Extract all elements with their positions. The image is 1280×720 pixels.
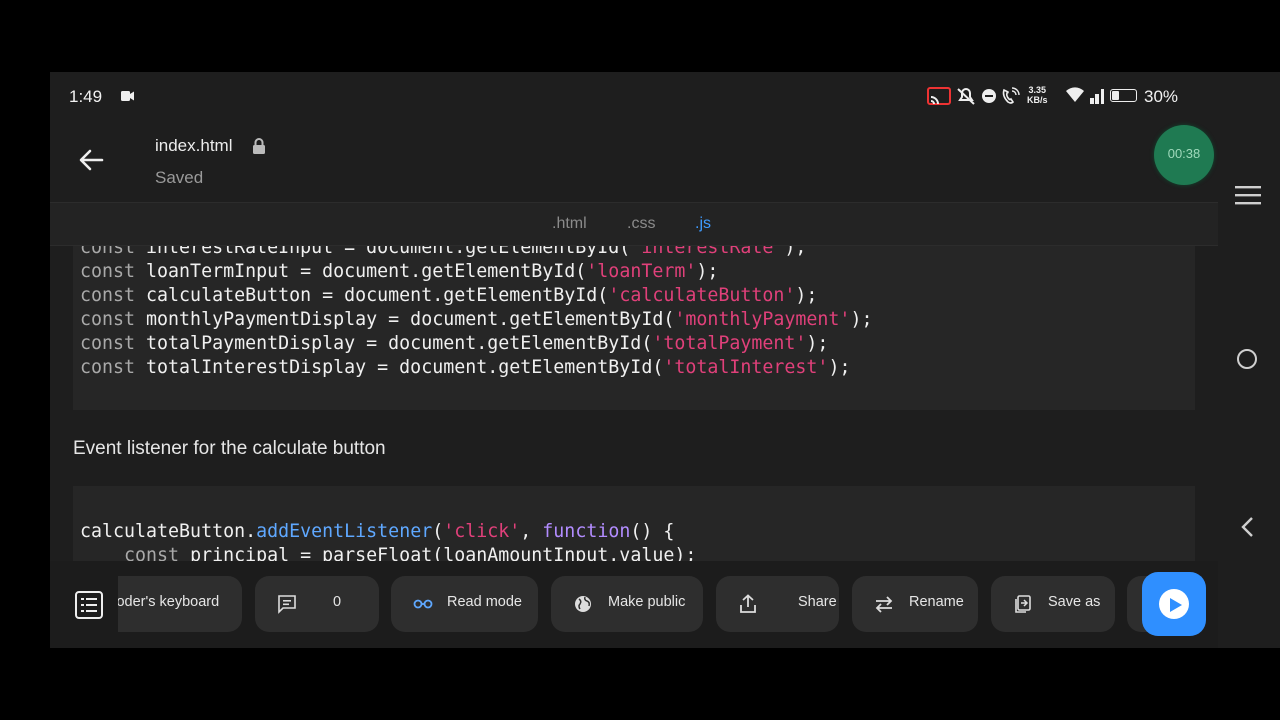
screen-record-icon bbox=[121, 91, 134, 101]
section-description: Event listener for the calculate button bbox=[73, 438, 386, 459]
battery-percent: 30% bbox=[1144, 87, 1179, 106]
code-token: 'monthlyPayment' bbox=[674, 309, 851, 330]
run-button[interactable] bbox=[1142, 572, 1206, 636]
globe-icon bbox=[575, 596, 591, 612]
code-token: ( bbox=[432, 521, 444, 542]
code-token: , bbox=[520, 521, 543, 542]
editor-content: const interestRateInput = document.getEl… bbox=[50, 246, 1218, 561]
code-token: ); bbox=[696, 261, 719, 282]
code-token: totalInterestDisplay = document.getEleme… bbox=[135, 357, 664, 378]
system-icons bbox=[927, 87, 1098, 105]
battery-fill bbox=[1112, 91, 1119, 100]
network-speed: 3.35 KB/s bbox=[1027, 85, 1048, 105]
comments-button[interactable]: 0 bbox=[255, 576, 379, 632]
code-token: ); bbox=[784, 246, 807, 258]
code-token: const bbox=[124, 545, 180, 561]
rename-button[interactable]: Rename bbox=[852, 576, 978, 632]
wifi-call-icon bbox=[1002, 87, 1020, 104]
code-token: ); bbox=[850, 309, 873, 330]
code-token: 'interestRate' bbox=[630, 246, 785, 258]
file-name: index.html bbox=[155, 136, 233, 155]
code-token: const bbox=[80, 357, 136, 378]
mute-icon bbox=[957, 88, 975, 105]
code-token: 'loanTerm' bbox=[586, 261, 697, 282]
code-token: calculateButton. bbox=[80, 521, 257, 542]
code-token: 'calculateButton' bbox=[608, 285, 796, 306]
back-arrow-icon[interactable] bbox=[78, 147, 104, 173]
code-block: const interestRateInput = document.getEl… bbox=[73, 246, 1195, 410]
code-token: totalPaymentDisplay = document.getElemen… bbox=[135, 333, 653, 354]
code-token: 'totalInterest' bbox=[663, 357, 829, 378]
read-mode-button[interactable]: Read mode bbox=[391, 576, 538, 632]
save-status: Saved bbox=[155, 168, 204, 187]
code-token: loanTermInput = document.getElementById( bbox=[135, 261, 587, 282]
save-as-icon bbox=[1015, 595, 1031, 613]
code-line: const calculateButton = document.getElem… bbox=[80, 284, 872, 308]
save-as-button[interactable]: Save as bbox=[991, 576, 1115, 632]
code-text: const interestRateInput = document.getEl… bbox=[80, 246, 872, 380]
battery-icon bbox=[1110, 89, 1137, 102]
code-token: monthlyPaymentDisplay = document.getElem… bbox=[135, 309, 675, 330]
code-line: const monthlyPaymentDisplay = document.g… bbox=[80, 308, 872, 332]
code-token: const bbox=[80, 261, 136, 282]
tab-html[interactable]: .html bbox=[552, 215, 587, 233]
list-icon[interactable] bbox=[74, 590, 104, 620]
code-text: calculateButton.addEventListener('click'… bbox=[80, 520, 696, 561]
code-token: calculateButton = document.getElementByI… bbox=[135, 285, 609, 306]
code-token: const bbox=[80, 333, 136, 354]
glasses-icon bbox=[413, 599, 433, 609]
code-token: const bbox=[80, 285, 136, 306]
clock: 1:49 bbox=[69, 87, 103, 106]
play-triangle bbox=[1170, 598, 1182, 612]
code-token: 'totalPayment' bbox=[652, 333, 807, 354]
code-line: const interestRateInput = document.getEl… bbox=[80, 246, 872, 260]
code-token: () { bbox=[630, 521, 675, 542]
lock-icon bbox=[253, 138, 265, 154]
swap-arrows-icon bbox=[875, 596, 893, 613]
coders-keyboard-button[interactable]: Coder's keyboard bbox=[118, 576, 242, 632]
code-line: const principal = parseFloat(loanAmountI… bbox=[80, 544, 696, 561]
comment-icon bbox=[278, 595, 296, 614]
code-line: const totalPaymentDisplay = document.get… bbox=[80, 332, 872, 356]
tab-css[interactable]: .css bbox=[627, 215, 655, 233]
home-circle-icon[interactable] bbox=[1237, 349, 1257, 369]
share-icon bbox=[740, 594, 756, 613]
status-bar: 1:49 3.35 KB/s 30% bbox=[50, 72, 1280, 120]
code-token: const bbox=[80, 309, 136, 330]
phone-screen: 1:49 3.35 KB/s 30% index.html Saved 00:3… bbox=[50, 72, 1280, 648]
dnd-icon bbox=[982, 89, 996, 103]
code-block: calculateButton.addEventListener('click'… bbox=[73, 486, 1195, 561]
wifi-signal-strength-icon bbox=[1066, 87, 1084, 102]
tab-js[interactable]: .js bbox=[695, 215, 711, 233]
side-rail bbox=[1218, 120, 1280, 648]
code-token: addEventListener bbox=[256, 521, 433, 542]
cast-icon bbox=[927, 87, 951, 105]
code-line: const totalInterestDisplay = document.ge… bbox=[80, 356, 872, 380]
recording-timer[interactable]: 00:38 bbox=[1154, 125, 1214, 185]
code-token: 'click' bbox=[443, 521, 521, 542]
app-header: index.html Saved bbox=[50, 120, 1218, 202]
code-line: calculateButton.addEventListener('click'… bbox=[80, 520, 696, 544]
cell-bars-icon bbox=[1091, 89, 1104, 104]
code-token: ); bbox=[795, 285, 818, 306]
share-button[interactable]: Share bbox=[716, 576, 839, 632]
language-tabs: .html .css .js bbox=[50, 202, 1218, 246]
code-token: ); bbox=[806, 333, 829, 354]
code-token: interestRateInput = document.getElementB… bbox=[135, 246, 631, 258]
bottom-toolbar: Coder's keyboard 0 Read mode Make public… bbox=[50, 561, 1218, 648]
code-line: const loanTermInput = document.getElemen… bbox=[80, 260, 872, 284]
code-token: const bbox=[80, 246, 136, 258]
hamburger-menu-icon[interactable] bbox=[1235, 185, 1261, 205]
code-token: ); bbox=[828, 357, 851, 378]
keyboard-label-clip: Coder's keyboard bbox=[118, 594, 220, 610]
code-token: function bbox=[542, 521, 631, 542]
chevron-left-icon[interactable] bbox=[1240, 516, 1254, 538]
code-token: principal = parseFloat(loanAmountInput.v… bbox=[179, 545, 697, 561]
make-public-button[interactable]: Make public bbox=[551, 576, 703, 632]
